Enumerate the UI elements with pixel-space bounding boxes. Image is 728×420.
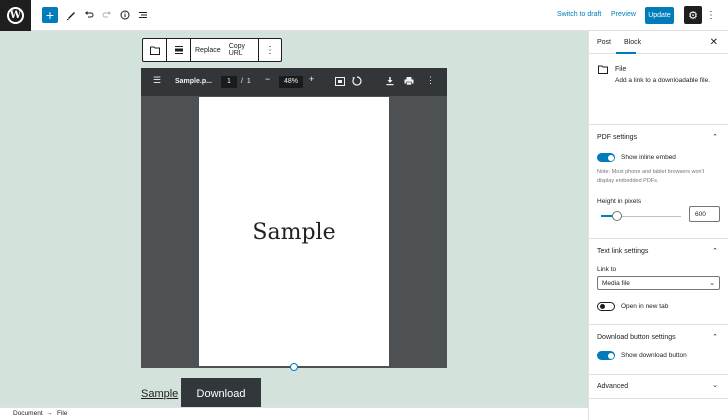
breadcrumb-document[interactable]: Document <box>13 410 43 417</box>
download-icon[interactable] <box>385 76 395 88</box>
pdf-zoom-value[interactable]: 48% <box>279 76 303 88</box>
file-link[interactable]: Sample <box>141 388 178 400</box>
chevron-up-icon[interactable]: ⌃ <box>712 247 718 255</box>
block-card-description: Add a link to a downloadable file. <box>615 77 711 84</box>
breadcrumb: Document → File <box>0 407 588 420</box>
show-download-button-toggle[interactable] <box>597 351 615 360</box>
align-icon[interactable] <box>167 39 191 61</box>
copy-url-button[interactable]: Copy URL <box>225 43 258 57</box>
height-label: Height in pixels <box>597 198 642 205</box>
show-inline-embed-toggle[interactable] <box>597 153 615 162</box>
pdf-page-separator: / <box>241 78 243 85</box>
settings-gear-icon[interactable]: ⚙ <box>684 6 702 24</box>
zoom-in-icon[interactable]: + <box>309 74 314 84</box>
info-icon[interactable] <box>117 7 133 23</box>
pdf-page-total: 1 <box>246 78 251 85</box>
print-icon[interactable] <box>404 76 414 88</box>
download-button-settings-panel: Download button settings ⌃ Show download… <box>589 325 728 375</box>
close-icon[interactable]: ✕ <box>710 37 718 48</box>
advanced-panel: Advanced ⌄ <box>589 375 728 399</box>
link-to-select[interactable]: Media file ⌄ <box>597 276 720 290</box>
pdf-page-count: / 1 <box>241 78 251 85</box>
block-card-title: File <box>615 66 627 73</box>
tools-pencil-icon[interactable] <box>63 7 79 23</box>
pdf-settings-panel: PDF settings ⌃ Show inline embed Note: M… <box>589 125 728 239</box>
pdf-embed[interactable]: ☰ Sample.p... 1 / 1 − 48% + ⋮ Sample <box>141 68 447 368</box>
pdf-page: Sample <box>199 97 389 366</box>
download-button-settings-title[interactable]: Download button settings <box>597 334 676 341</box>
pdf-page-text: Sample <box>252 220 336 245</box>
pdf-menu-icon[interactable]: ☰ <box>153 75 161 86</box>
preview-button[interactable]: Preview <box>611 11 636 18</box>
resize-handle[interactable] <box>290 363 298 371</box>
block-options-icon[interactable]: ⋮ <box>259 39 281 61</box>
rotate-icon[interactable] <box>352 76 362 88</box>
block-type-file-icon[interactable] <box>143 39 167 61</box>
replace-button[interactable]: Replace <box>191 47 225 54</box>
show-inline-embed-label: Show inline embed <box>621 154 676 161</box>
pdf-title: Sample.p... <box>175 78 212 85</box>
chevron-up-icon[interactable]: ⌃ <box>712 133 718 141</box>
tab-post[interactable]: Post <box>597 39 611 46</box>
pdf-settings-title[interactable]: PDF settings <box>597 134 637 141</box>
height-slider-thumb[interactable] <box>612 211 622 221</box>
chevron-down-icon[interactable]: ⌄ <box>712 381 718 389</box>
add-block-button[interactable]: + <box>42 7 58 23</box>
height-input[interactable]: 600 <box>689 206 720 222</box>
link-to-value: Media file <box>602 280 630 287</box>
breadcrumb-arrow: → <box>46 410 53 417</box>
download-button[interactable]: Download <box>181 378 261 409</box>
open-new-tab-label: Open in new tab <box>621 303 669 310</box>
tab-block[interactable]: Block <box>624 39 641 46</box>
sidebar-tabs: Post Block ✕ <box>589 31 728 54</box>
undo-icon[interactable] <box>81 7 97 23</box>
redo-icon[interactable] <box>99 7 115 23</box>
editor-header: W + Switch to draft Preview Update ⚙ ⋮ <box>0 0 728 31</box>
switch-to-draft-button[interactable]: Switch to draft <box>557 11 601 18</box>
file-block-icon <box>598 65 608 76</box>
more-options-icon[interactable]: ⋮ <box>703 7 719 23</box>
open-new-tab-toggle[interactable] <box>597 302 615 311</box>
text-link-settings-title[interactable]: Text link settings <box>597 248 648 255</box>
show-download-button-label: Show download button <box>621 352 687 359</box>
block-toolbar: Replace Copy URL ⋮ <box>142 38 282 62</box>
chevron-up-icon[interactable]: ⌃ <box>712 333 718 341</box>
text-link-settings-panel: Text link settings ⌃ Link to Media file … <box>589 239 728 325</box>
pdf-page-input[interactable]: 1 <box>221 76 237 88</box>
zoom-out-icon[interactable]: − <box>265 74 270 84</box>
block-card: File Add a link to a downloadable file. <box>589 54 728 125</box>
pdf-more-icon[interactable]: ⋮ <box>426 75 435 86</box>
pdf-note: Note: Most phone and tablet browsers won… <box>597 169 705 184</box>
pdf-toolbar: ☰ Sample.p... 1 / 1 − 48% + ⋮ <box>141 68 447 96</box>
advanced-title[interactable]: Advanced <box>597 383 628 390</box>
breadcrumb-file[interactable]: File <box>57 410 67 417</box>
chevron-down-icon: ⌄ <box>709 280 715 287</box>
replace-group: Replace Copy URL <box>191 39 259 61</box>
wordpress-logo-icon[interactable]: W <box>0 0 31 31</box>
fit-page-icon[interactable] <box>335 77 345 88</box>
link-to-label: Link to <box>597 266 617 273</box>
list-view-icon[interactable] <box>135 7 151 23</box>
update-button[interactable]: Update <box>645 7 674 24</box>
settings-sidebar: Post Block ✕ File Add a link to a downlo… <box>588 31 728 420</box>
